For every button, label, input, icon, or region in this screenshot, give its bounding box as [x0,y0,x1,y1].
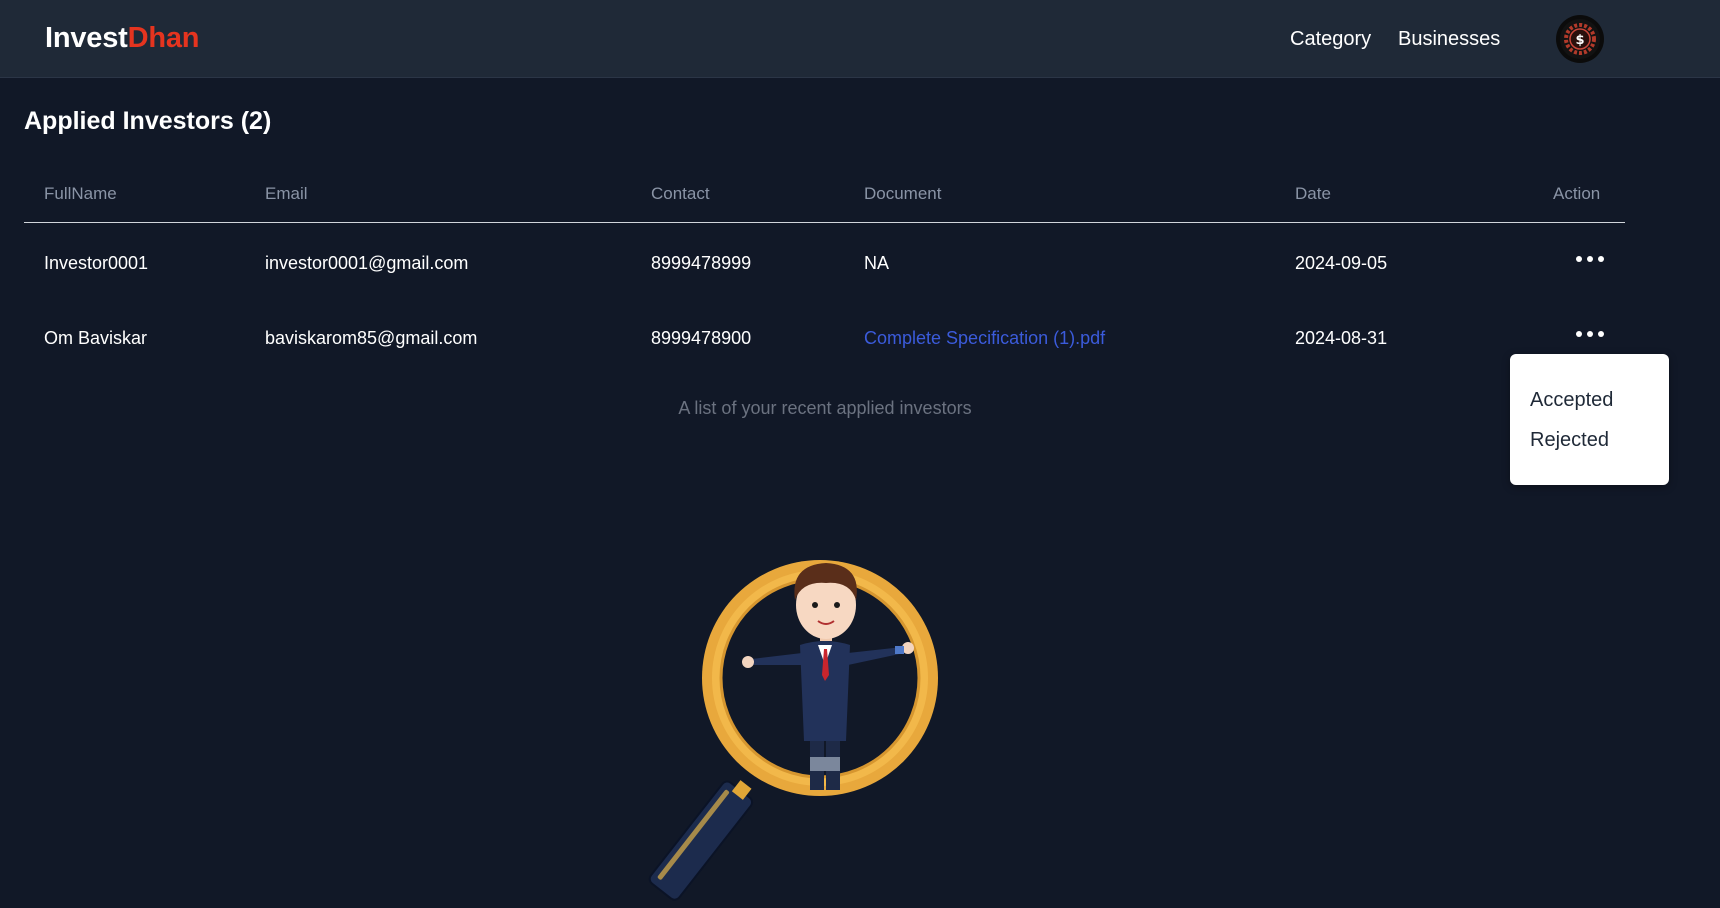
column-header-date: Date [1295,184,1331,203]
column-header-document: Document [864,184,942,203]
logo-text-dhan: Dhan [127,22,200,54]
action-dropdown-menu: Accepted Rejected [1510,354,1669,485]
column-header-contact: Contact [651,184,710,203]
brand-logo[interactable]: InvestDhan [45,22,200,55]
column-header-fullname: FullName [44,184,117,203]
cell-date: 2024-08-31 [1295,328,1388,348]
column-header-action: Action [1553,184,1601,203]
table-caption: A list of your recent applied investors [678,398,972,418]
page-title: Applied Investors (2) [24,107,272,135]
table-header-divider [24,222,1625,223]
cell-fullname: Om Baviskar [44,328,148,348]
navbar: InvestDhan Category Businesses $ [0,0,1720,78]
menu-item-accepted[interactable]: Accepted [1530,389,1613,412]
more-horizontal-icon[interactable] [1576,252,1604,266]
cell-email: investor0001@gmail.com [265,253,469,273]
logo-text-invest: Invest [45,22,128,54]
avatar[interactable]: $ [1556,15,1604,63]
cell-fullname: Investor0001 [44,253,149,273]
more-horizontal-icon[interactable] [1576,327,1604,341]
dollar-badge-icon: $ [1560,19,1600,59]
cell-document: NA [864,253,890,273]
column-header-email: Email [265,184,308,203]
cell-contact: 8999478900 [651,328,752,348]
nav-link-businesses[interactable]: Businesses [1398,28,1500,51]
cell-email: baviskarom85@gmail.com [265,328,478,348]
cell-contact: 8999478999 [651,253,752,273]
magnifier-businessman-illustration [648,560,938,901]
menu-item-rejected[interactable]: Rejected [1530,429,1609,452]
svg-text:$: $ [1575,33,1584,48]
cell-date: 2024-09-05 [1295,253,1388,273]
document-link[interactable]: Complete Specification (1).pdf [864,328,1105,349]
nav-link-category[interactable]: Category [1290,28,1371,51]
